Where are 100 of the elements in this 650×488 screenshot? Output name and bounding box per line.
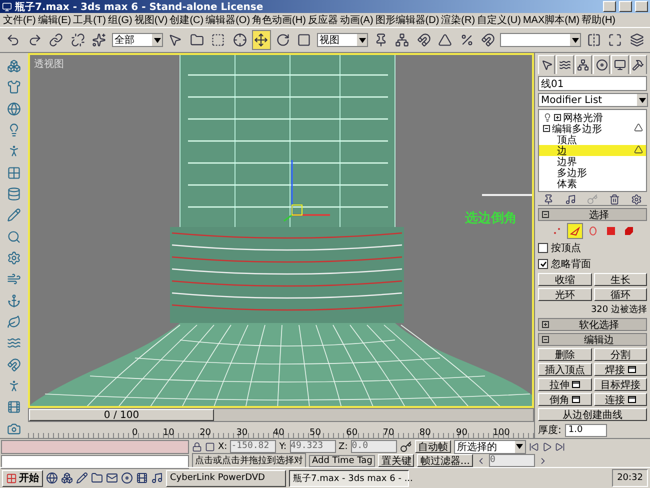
play-icon: [542, 442, 552, 452]
stack-subitem[interactable]: 边界: [539, 156, 646, 167]
selection-filter-dropdown[interactable]: 全部: [112, 33, 164, 47]
rollout-header[interactable]: 编辑边: [538, 333, 647, 346]
close-button[interactable]: [635, 1, 648, 12]
edge-button[interactable]: 分割: [594, 348, 647, 361]
dropdown-arrow-icon[interactable]: [154, 38, 161, 42]
edge-button[interactable]: 插入顶点: [538, 363, 592, 376]
music-icon: [151, 472, 163, 484]
edge-button[interactable]: 删除: [538, 348, 592, 361]
frame-number: 0: [132, 428, 138, 438]
x-field[interactable]: -150.82: [230, 440, 276, 453]
coordinate-label: Y:: [279, 442, 287, 452]
thickness-label: 厚度:: [538, 424, 562, 437]
y-field[interactable]: 49.323: [290, 440, 336, 453]
disc-icon: [121, 472, 133, 484]
pointer-icon[interactable]: [538, 55, 556, 74]
minimize-button[interactable]: [603, 1, 616, 12]
named-selection-dropdown[interactable]: [500, 33, 582, 47]
hierarchy-icon[interactable]: [574, 55, 592, 74]
menu-item[interactable]: 编辑器(O): [204, 13, 252, 27]
time-tag[interactable]: Add Time Tag: [309, 454, 376, 466]
z-field[interactable]: 0.0: [350, 440, 397, 453]
maximize-button[interactable]: [619, 1, 632, 12]
app-icon: [2, 2, 12, 12]
checkbox-label: 按顶点: [551, 242, 581, 255]
checkbox[interactable]: [538, 259, 548, 269]
move-icon[interactable]: [252, 30, 271, 50]
object-name-field[interactable]: 线01: [538, 76, 647, 91]
frame-field[interactable]: 0: [488, 454, 535, 467]
menu-item[interactable]: 文件(F): [2, 13, 37, 27]
menu-item[interactable]: MAX脚本(M): [522, 13, 581, 27]
stack-subitem[interactable]: 顶点: [539, 134, 646, 145]
script-input-field[interactable]: [1, 455, 189, 469]
rollout-header[interactable]: 软化选择: [538, 318, 647, 331]
selection-button[interactable]: 生长: [594, 273, 647, 286]
edge-button[interactable]: 连接: [594, 393, 647, 406]
auto-key-button[interactable]: 自动帧: [414, 440, 451, 453]
frame-number: 50: [309, 428, 321, 438]
monitor-icon[interactable]: [611, 55, 629, 74]
transform-gizmo-icon[interactable]: [284, 160, 330, 222]
start-button[interactable]: 开始: [2, 470, 43, 486]
stack-subitem[interactable]: 体素: [539, 178, 646, 189]
script-listener-field[interactable]: [1, 440, 189, 454]
dropdown-arrow-icon[interactable]: [516, 444, 524, 449]
menu-item[interactable]: 自定义(U): [476, 13, 522, 27]
key-icon: [400, 440, 412, 452]
dropdown-arrow-icon[interactable]: [358, 38, 366, 42]
key-filter-dropdown[interactable]: 所选择的: [454, 440, 526, 454]
frame-number: 40: [272, 428, 284, 438]
menu-item[interactable]: 工具(T): [72, 13, 107, 27]
modifier-list-dropdown[interactable]: Modifier List: [538, 93, 648, 107]
rollout-header[interactable]: 选择: [538, 208, 647, 221]
dropdown-arrow-icon[interactable]: [572, 38, 579, 42]
menu-item[interactable]: 组(G): [106, 13, 134, 27]
selection-button[interactable]: 收缩: [538, 273, 592, 286]
trash-icon: [608, 194, 620, 205]
thickness-field[interactable]: 1.0: [565, 424, 608, 436]
edge-button[interactable]: 焊接: [594, 363, 647, 376]
skip-forward-icon: [554, 442, 565, 452]
edge-button[interactable]: 目标焊接: [594, 378, 647, 391]
create-shape-button[interactable]: 从边创建曲线: [538, 408, 647, 421]
menu-item[interactable]: 帮助(H): [580, 13, 617, 27]
frame-counter[interactable]: 0 / 100: [29, 409, 214, 421]
stack-item[interactable]: 编辑多边形: [539, 123, 646, 134]
collapse-icon[interactable]: [543, 125, 550, 132]
taskbar-button[interactable]: CyberLink PowerDVD: [166, 470, 286, 486]
frame-number: 70: [382, 428, 394, 438]
expand-icon[interactable]: [554, 114, 561, 121]
collapse-icon[interactable]: [542, 211, 549, 218]
hammer-icon[interactable]: [630, 55, 647, 74]
menu-item[interactable]: 编辑(E): [36, 13, 72, 27]
annotation-text: 选边倒角: [465, 210, 517, 227]
settings-box-icon: [628, 396, 636, 403]
menu-item[interactable]: 图形编辑器(D): [374, 13, 440, 27]
menu-item[interactable]: 渲染(R): [440, 13, 476, 27]
set-key-button[interactable]: 置关键: [378, 454, 414, 467]
key-icon: [586, 194, 598, 205]
menu-item[interactable]: 反应器: [306, 13, 339, 27]
reference-coordinate-dropdown[interactable]: 视图: [316, 33, 368, 47]
windows-logo-icon: [6, 472, 17, 484]
stack-subitem[interactable]: 边: [539, 145, 646, 156]
stack-subitem[interactable]: 多边形: [539, 167, 646, 178]
menu-item[interactable]: 动画(A): [338, 13, 374, 27]
triangle-icon: [634, 144, 643, 154]
menu-item[interactable]: 创建(C): [168, 13, 205, 27]
expand-icon[interactable]: [542, 321, 549, 328]
edge-button[interactable]: 拉伸: [538, 378, 592, 391]
checkbox[interactable]: [538, 243, 548, 253]
menu-item[interactable]: 视图(V): [133, 13, 169, 27]
menu-item[interactable]: 角色动画(H): [251, 13, 307, 27]
settings-box-icon: [628, 366, 636, 373]
selection-button[interactable]: 循环: [594, 288, 647, 301]
key-filters-button[interactable]: 帧过滤器...: [417, 454, 473, 467]
selection-button[interactable]: 光环: [538, 288, 592, 301]
edge-mode-icon[interactable]: [566, 223, 582, 239]
dropdown-arrow-icon[interactable]: [638, 98, 646, 102]
stack-item[interactable]: 网格光滑: [539, 112, 646, 123]
collapse-icon[interactable]: [542, 336, 549, 343]
edge-button[interactable]: 倒角: [538, 393, 592, 406]
